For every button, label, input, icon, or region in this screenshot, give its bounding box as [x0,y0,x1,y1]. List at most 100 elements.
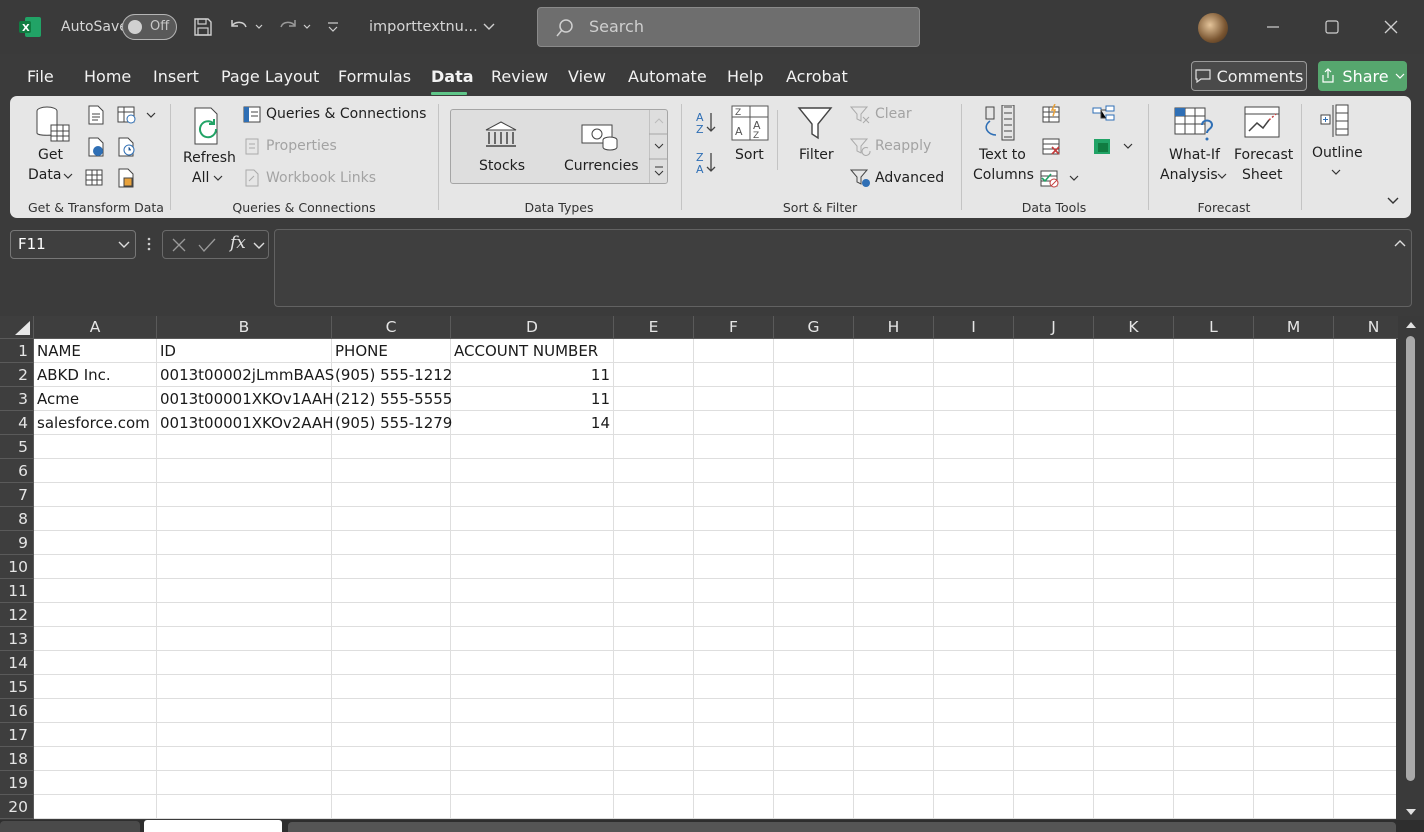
cell-a3[interactable]: Acme [34,387,156,411]
cell-d4[interactable]: 14 [451,411,613,435]
row-header[interactable]: 13 [0,627,34,651]
chevron-down-icon[interactable] [118,241,130,249]
refresh-label-1[interactable]: Refresh [183,150,236,166]
existing-connections-icon[interactable] [116,137,138,157]
currencies-button[interactable]: Currencies [564,158,639,174]
column-header[interactable]: F [694,316,774,339]
cell-d1[interactable]: ACCOUNT NUMBER [451,339,613,363]
name-box[interactable]: F11 [10,230,136,259]
row-header[interactable]: 17 [0,723,34,747]
row-header[interactable]: 20 [0,795,34,819]
sort-za-icon[interactable]: ZA [695,150,719,176]
cell-a2[interactable]: ABKD Inc. [34,363,156,387]
data-model-icon[interactable] [1092,136,1136,158]
vertical-scrollbar[interactable] [1398,316,1424,824]
cell-a4[interactable]: salesforce.com [34,411,156,435]
column-header[interactable]: K [1094,316,1174,339]
cell-d3[interactable]: 11 [451,387,613,411]
cell-b4[interactable]: 0013t00001XKOv2AAH [157,411,334,435]
row-header[interactable]: 19 [0,771,34,795]
tab-page-layout[interactable]: Page Layout [221,67,319,86]
from-text-icon[interactable] [86,105,106,125]
filter-button[interactable]: Filter [799,147,834,163]
text-to-columns-label-2[interactable]: Columns [973,167,1034,183]
cancel-icon[interactable] [171,237,187,253]
column-header[interactable]: E [614,316,694,339]
row-header[interactable]: 2 [0,363,34,387]
tab-file[interactable]: File [27,67,54,86]
from-picture-icon[interactable] [116,168,138,188]
cell-b3[interactable]: 0013t00001XKOv1AAH [157,387,334,411]
row-header[interactable]: 16 [0,699,34,723]
column-header[interactable]: H [854,316,934,339]
minimize-icon[interactable] [1266,20,1280,34]
consolidate-icon[interactable] [1092,104,1116,124]
cell-c1[interactable]: PHONE [332,339,450,363]
flash-fill-icon[interactable] [1041,104,1063,124]
recent-sources-icon[interactable] [116,105,160,125]
column-header[interactable]: I [934,316,1014,339]
tab-data[interactable]: Data [431,67,474,86]
comments-button[interactable]: Comments [1191,61,1307,91]
tab-help[interactable]: Help [727,67,763,86]
workbook-links-button[interactable]: Workbook Links [266,170,376,186]
column-header[interactable]: L [1174,316,1254,339]
get-data-label-2[interactable]: Data [28,167,61,183]
scroll-up-icon[interactable] [1405,321,1417,329]
tab-automate[interactable]: Automate [628,67,707,86]
row-header[interactable]: 8 [0,507,34,531]
reapply-button[interactable]: Reapply [875,138,931,154]
tab-formulas[interactable]: Formulas [338,67,411,86]
cell-area[interactable]: NAME ID PHONE ACCOUNT NUMBER ABKD Inc. 0… [34,339,1396,819]
sort-button[interactable]: Sort [735,147,764,163]
column-header[interactable]: D [451,316,614,339]
maximize-icon[interactable] [1325,20,1339,34]
row-header[interactable]: 12 [0,603,34,627]
cell-c4[interactable]: (905) 555-1279 [332,411,452,435]
chevron-down-icon[interactable] [63,172,73,180]
column-header[interactable]: B [157,316,332,339]
chevron-down-icon[interactable] [1217,172,1227,180]
column-header[interactable]: C [332,316,451,339]
advanced-button[interactable]: Advanced [875,170,944,186]
refresh-label-2[interactable]: All [192,170,209,186]
chevron-down-icon[interactable] [253,242,265,250]
column-header[interactable]: A [34,316,157,339]
row-header[interactable]: 3 [0,387,34,411]
chevron-down-icon[interactable] [482,21,496,33]
row-header[interactable]: 7 [0,483,34,507]
properties-button[interactable]: Properties [266,138,337,154]
what-if-label-1[interactable]: What-If [1169,147,1220,163]
tab-insert[interactable]: Insert [153,67,199,86]
sort-az-icon[interactable]: AZ [695,110,719,136]
what-if-label-2[interactable]: Analysis [1160,167,1218,183]
cell-a1[interactable]: NAME [34,339,156,363]
ribbon-collapse-icon[interactable] [1386,196,1400,206]
formula-input[interactable] [274,229,1412,307]
share-button[interactable]: Share [1318,61,1407,91]
sheet-tab-active[interactable] [144,820,282,832]
chevron-down-icon[interactable] [213,174,223,182]
row-header[interactable]: 1 [0,339,34,363]
queries-connections-button[interactable]: Queries & Connections [266,106,426,122]
row-header[interactable]: 4 [0,411,34,435]
scroll-down-icon[interactable] [1405,808,1417,816]
close-icon[interactable] [1384,20,1398,34]
cell-d2[interactable]: 11 [451,363,613,387]
insert-function-button[interactable]: fx [230,233,246,253]
clear-button[interactable]: Clear [875,106,912,122]
select-all-button[interactable] [0,316,34,339]
redo-icon[interactable] [276,16,316,38]
row-header[interactable]: 5 [0,435,34,459]
gallery-scroll-controls[interactable] [649,109,668,184]
forecast-sheet-label-2[interactable]: Sheet [1242,167,1282,183]
file-name[interactable]: importtextnu... [369,19,478,35]
column-header[interactable]: J [1014,316,1094,339]
row-header[interactable]: 14 [0,651,34,675]
search-box[interactable]: Search [537,7,920,47]
remove-duplicates-icon[interactable] [1041,136,1063,156]
from-table-icon[interactable] [84,168,104,188]
enter-icon[interactable] [198,237,216,253]
horizontal-scrollbar[interactable] [288,822,1396,832]
column-header[interactable]: M [1254,316,1334,339]
